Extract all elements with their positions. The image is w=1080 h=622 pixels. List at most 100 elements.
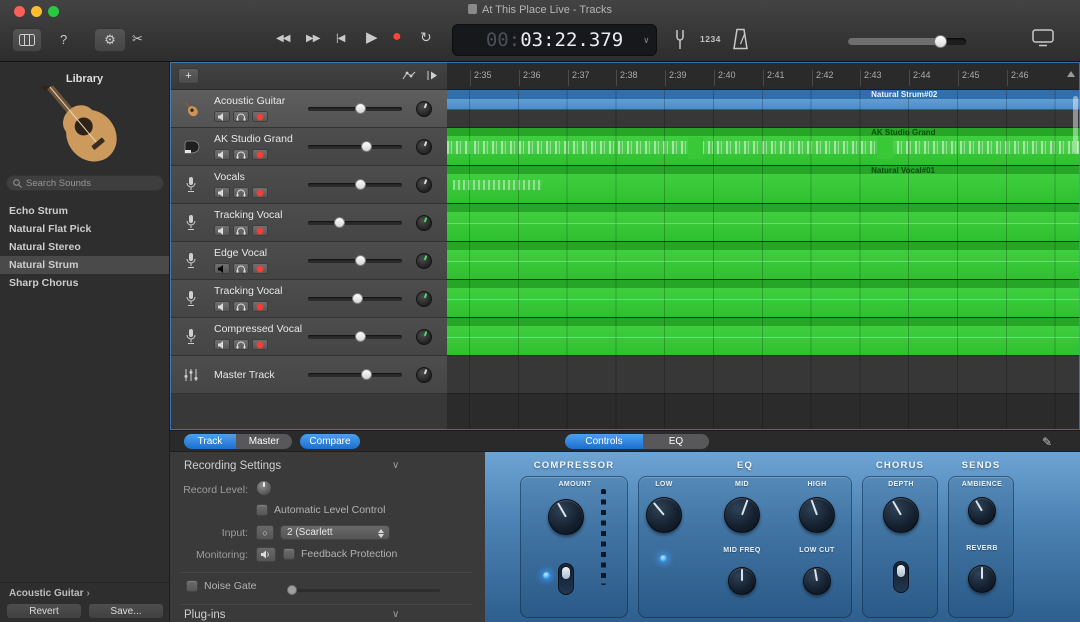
region-green[interactable] [447,242,1080,279]
library-item[interactable]: Natural Stereo [0,238,169,256]
master-volume-slider[interactable] [848,35,966,48]
go-to-beginning-button[interactable]: |◀ [336,31,344,44]
notepad-icon[interactable] [1032,29,1054,47]
track-header-vocals[interactable]: Vocals [170,166,447,204]
volume-slider[interactable] [308,107,402,111]
edit-icon[interactable]: ✎ [1042,435,1052,449]
forward-button[interactable]: ▶▶ [306,31,319,44]
eq-low-knob[interactable] [646,497,682,533]
cycle-button[interactable]: ↻ [420,30,432,44]
chevron-down-icon[interactable]: ∨ [392,609,399,620]
eq-high-knob[interactable] [799,497,835,533]
library-item[interactable]: Sharp Chorus [0,274,169,292]
pan-knob[interactable] [416,139,432,155]
revert-button[interactable]: Revert [6,603,82,619]
solo-button[interactable] [233,111,249,122]
mute-button[interactable] [214,339,230,350]
mute-button[interactable] [214,149,230,160]
mute-button[interactable] [214,301,230,312]
record-enable-button[interactable] [252,263,268,274]
region-green[interactable] [447,318,1080,355]
volume-knob[interactable] [355,255,366,266]
pan-knob[interactable] [416,329,432,345]
region-natural-strum[interactable]: Natural Strum#02 [447,90,1080,110]
scroll-up-icon[interactable] [1067,71,1075,77]
volume-slider[interactable] [308,373,402,377]
search-input[interactable] [26,178,152,189]
mute-button[interactable] [214,187,230,198]
mute-button[interactable] [214,263,230,274]
tab-eq[interactable]: EQ [643,434,709,449]
input-select[interactable]: 2 (Scarlett [280,525,390,540]
input-format-button[interactable]: ○ [256,525,274,540]
volume-slider[interactable] [308,259,402,263]
track-header-tracking-vocal-1[interactable]: Tracking Vocal [170,204,447,242]
volume-slider[interactable] [308,183,402,187]
noise-gate-knob[interactable] [287,585,297,595]
chevron-down-icon[interactable]: ∨ [392,460,399,471]
volume-slider[interactable] [308,335,402,339]
track-header-ak-studio-grand[interactable]: AK Studio Grand [170,128,447,166]
tab-compare[interactable]: Compare [300,434,360,449]
record-enable-button[interactable] [252,225,268,236]
volume-knob[interactable] [361,369,372,380]
region-ak-studio-grand[interactable]: AK Studio Grand [447,128,1080,165]
tab-track[interactable]: Track [184,434,236,449]
vertical-scrollbar[interactable] [1073,96,1078,154]
noise-gate-slider[interactable] [290,589,440,592]
chorus-depth-knob[interactable] [883,497,919,533]
volume-knob[interactable] [355,103,366,114]
tab-master[interactable]: Master [236,434,292,449]
catch-playhead-icon[interactable] [426,70,438,81]
eq-mid-knob[interactable] [724,497,760,533]
record-enable-button[interactable] [252,187,268,198]
chevron-down-icon[interactable]: ∨ [644,36,649,46]
volume-knob[interactable] [355,179,366,190]
count-in-button[interactable]: 1234 [700,34,721,44]
volume-knob[interactable] [352,293,363,304]
record-enable-button[interactable] [252,339,268,350]
library-item[interactable]: Echo Strum [0,202,169,220]
play-button[interactable]: ▶ [366,30,378,45]
solo-button[interactable] [233,339,249,350]
scissors-tool-icon[interactable]: ✂ [132,32,143,45]
chorus-power-switch[interactable] [893,561,909,593]
solo-button[interactable] [233,149,249,160]
library-item-selected[interactable]: Natural Strum [0,256,169,274]
track-header-edge-vocal[interactable]: Edge Vocal [170,242,447,280]
pan-knob[interactable] [416,291,432,307]
pan-knob[interactable] [416,177,432,193]
record-enable-button[interactable] [252,111,268,122]
track-header-compressed-vocal[interactable]: Compressed Vocal [170,318,447,356]
compressor-amount-knob[interactable] [548,499,584,535]
noise-gate-checkbox[interactable] [186,580,198,592]
eq-mid-freq-knob[interactable] [728,567,756,595]
plugins-header[interactable]: Plug-ins [184,609,226,621]
compressor-power-switch[interactable] [558,563,574,595]
add-track-button[interactable]: + [178,68,199,84]
record-button[interactable]: ● [392,29,402,45]
volume-knob[interactable] [355,331,366,342]
lcd-display[interactable]: 00:03:22.379 ∨ [452,24,657,56]
time-ruler[interactable]: 2:35 2:36 2:37 2:38 2:39 2:40 2:41 2:42 … [447,62,1080,90]
region-natural-vocal[interactable]: Natural Vocal#01 [447,166,1080,203]
pan-knob[interactable] [416,367,432,383]
search-field[interactable] [6,175,164,191]
solo-button[interactable] [233,187,249,198]
region-green[interactable] [447,204,1080,241]
track-header-acoustic-guitar[interactable]: Acoustic Guitar [170,90,447,128]
record-enable-button[interactable] [252,149,268,160]
sends-ambience-knob[interactable] [968,497,996,525]
pan-knob[interactable] [416,253,432,269]
mute-button[interactable] [214,225,230,236]
volume-knob[interactable] [934,35,947,48]
record-level-knob[interactable] [256,480,272,496]
volume-slider[interactable] [308,297,402,301]
metronome-icon[interactable] [732,28,749,50]
track-header-master[interactable]: Master Track [170,356,447,394]
library-toggle-button[interactable] [12,28,42,52]
tab-controls[interactable]: Controls [565,434,643,449]
volume-knob[interactable] [361,141,372,152]
feedback-protection-checkbox[interactable] [283,548,295,560]
save-button[interactable]: Save... [88,603,164,619]
